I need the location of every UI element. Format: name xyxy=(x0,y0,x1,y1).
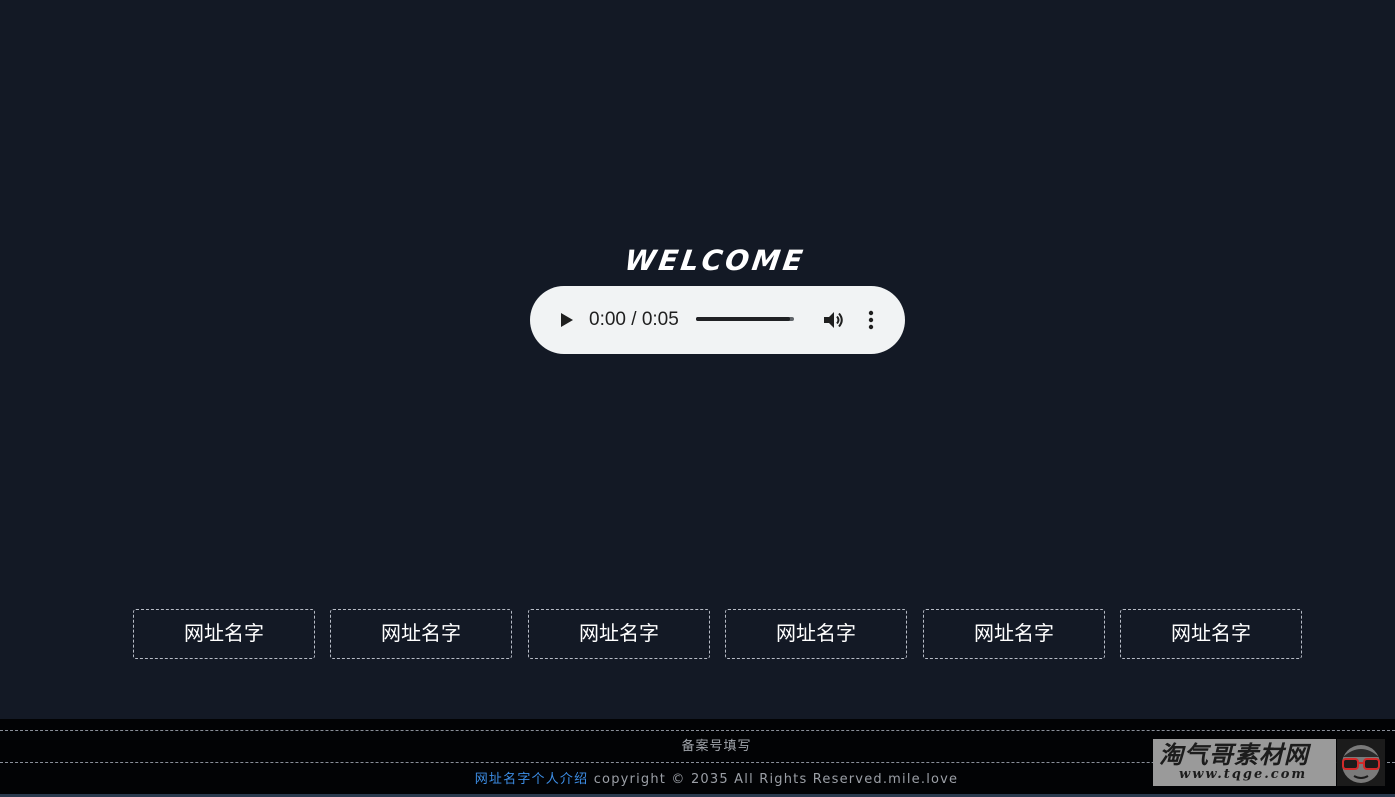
site-link-1[interactable]: 网址名字 xyxy=(133,609,315,659)
play-icon[interactable] xyxy=(552,306,580,334)
site-link-5[interactable]: 网址名字 xyxy=(923,609,1105,659)
watermark-url: www.tqge.com xyxy=(1179,767,1308,782)
audio-progress-slider[interactable] xyxy=(696,317,794,321)
audio-progress-fill xyxy=(696,317,791,321)
volume-icon[interactable] xyxy=(820,307,846,333)
site-link-3[interactable]: 网址名字 xyxy=(528,609,710,659)
site-links: 网址名字 网址名字 网址名字 网址名字 网址名字 网址名字 xyxy=(133,609,1303,659)
site-link-4[interactable]: 网址名字 xyxy=(725,609,907,659)
footer-divider-top xyxy=(0,730,1395,731)
copyright-text: copyright © 2035 All Rights Reserved.mil… xyxy=(593,772,959,787)
welcome-heading: WELCOME xyxy=(622,244,808,277)
audio-player[interactable]: 0:00 / 0:05 xyxy=(530,286,905,354)
more-vert-icon[interactable] xyxy=(861,307,881,333)
watermark-title: 淘气哥素材网 xyxy=(1159,741,1309,769)
audio-time: 0:00 / 0:05 xyxy=(589,309,679,330)
site-link-6[interactable]: 网址名字 xyxy=(1120,609,1302,659)
intro-link[interactable]: 网址名字个人介绍 xyxy=(475,772,589,787)
mascot-glasses-icon xyxy=(1337,739,1385,786)
main-section: WELCOME 0:00 / 0:05 网址名字 网址名字 网址名字 网址名字 … xyxy=(0,0,1395,719)
watermark-logo: 淘气哥素材网 www.tqge.com xyxy=(1153,739,1336,786)
site-link-2[interactable]: 网址名字 xyxy=(330,609,512,659)
